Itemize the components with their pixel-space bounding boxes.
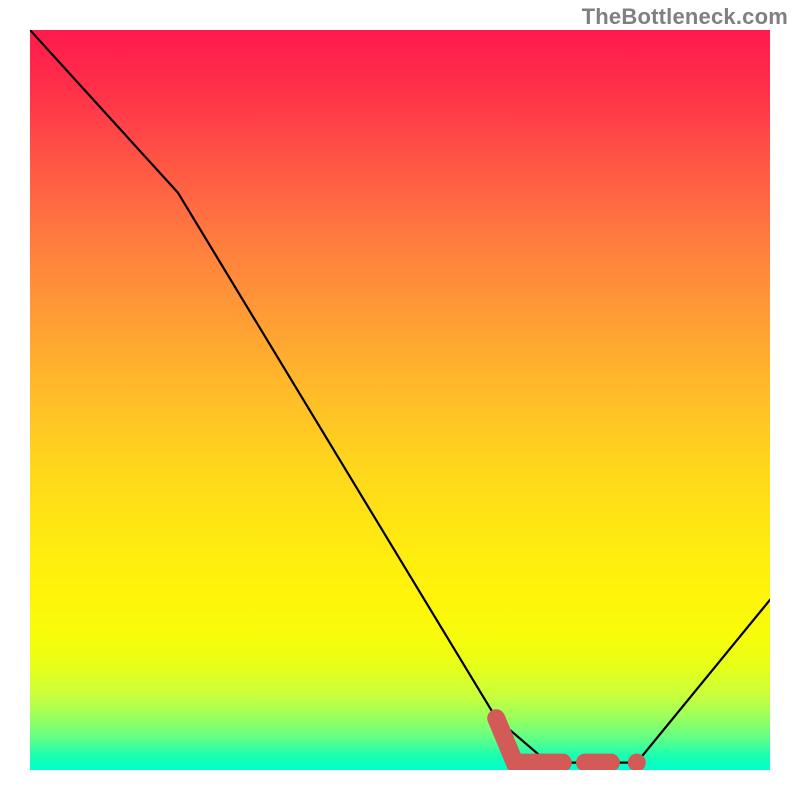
chart-svg: [30, 30, 770, 770]
bottleneck-curve: [30, 30, 770, 763]
watermark-label: TheBottleneck.com: [582, 4, 788, 30]
chart-frame: TheBottleneck.com: [0, 0, 800, 800]
highlight-segment-1: [496, 718, 563, 762]
plot-area: [30, 30, 770, 770]
